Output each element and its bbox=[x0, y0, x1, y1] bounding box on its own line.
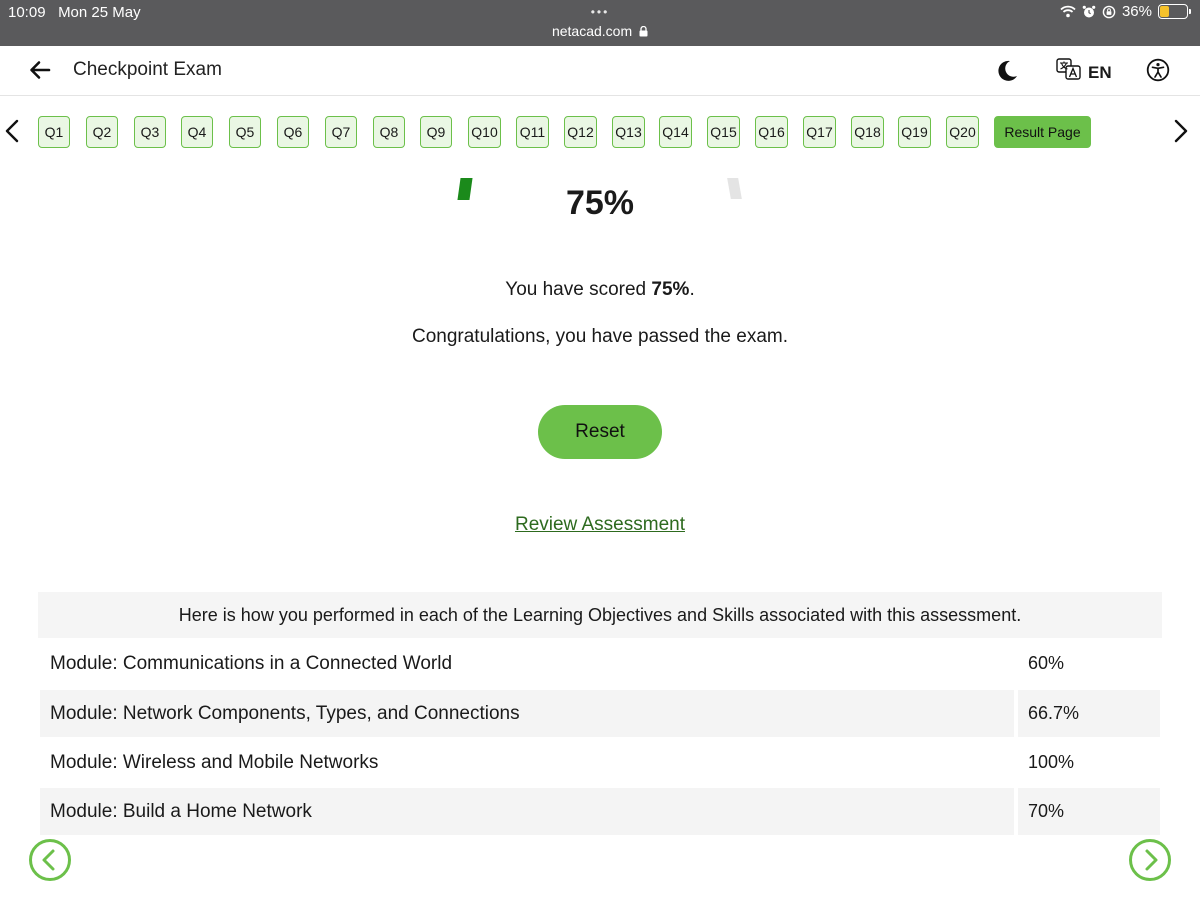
score-percentage: 75% bbox=[565, 184, 635, 222]
objective-percent: 66.7% bbox=[1018, 690, 1160, 737]
question-button-19[interactable]: Q19 bbox=[898, 116, 931, 148]
question-button-12[interactable]: Q12 bbox=[564, 116, 597, 148]
objective-percent: 60% bbox=[1028, 653, 1065, 673]
chevron-left-icon[interactable] bbox=[4, 118, 20, 149]
page-title: Checkpoint Exam bbox=[73, 59, 222, 80]
orientation-lock-icon bbox=[1102, 5, 1116, 19]
question-button-15[interactable]: Q15 bbox=[707, 116, 740, 148]
question-button-7[interactable]: Q7 bbox=[325, 116, 357, 148]
url-bar[interactable]: netacad.com bbox=[0, 23, 1200, 40]
accessibility-icon[interactable] bbox=[1146, 58, 1170, 87]
wifi-icon bbox=[1060, 5, 1076, 18]
question-button-17[interactable]: Q17 bbox=[803, 116, 836, 148]
battery-icon bbox=[1158, 4, 1191, 19]
objective-module-name: Module: Communications in a Connected Wo… bbox=[50, 652, 453, 674]
question-button-20[interactable]: Q20 bbox=[946, 116, 979, 148]
alarm-icon bbox=[1082, 5, 1096, 19]
pass-message: Congratulations, you have passed the exa… bbox=[411, 326, 788, 347]
question-navigation: Q1 Q2 Q3 Q4 Q5 Q6 Q7 Q8 Q9 Q10 Q11 Q12 Q13 Q14 Q15 Q16 Q… bbox=[0, 112, 1200, 152]
question-button-6[interactable]: Q6 bbox=[277, 116, 309, 148]
score-summary: You have scored 75%. bbox=[505, 279, 695, 300]
question-button-1[interactable]: Q1 bbox=[38, 116, 70, 148]
lock-icon bbox=[639, 24, 648, 40]
question-button-4[interactable]: Q4 bbox=[181, 116, 213, 148]
objective-row: Module: Wireless and Mobile Networks 100% bbox=[40, 739, 1160, 786]
result-page-button[interactable]: Result Page bbox=[994, 116, 1091, 148]
objective-row: Module: Communications in a Connected Wo… bbox=[40, 640, 1160, 687]
language-label: EN bbox=[1088, 62, 1112, 82]
objective-row: Module: Build a Home Network 70% bbox=[40, 788, 1160, 835]
question-button-5[interactable]: Q5 bbox=[229, 116, 261, 148]
question-button-2[interactable]: Q2 bbox=[86, 116, 118, 148]
objectives-heading: Here is how you performed in each of the… bbox=[38, 592, 1162, 638]
chevron-right-icon[interactable] bbox=[1173, 118, 1189, 149]
dark-mode-moon-icon[interactable] bbox=[996, 59, 1018, 88]
question-button-14[interactable]: Q14 bbox=[659, 116, 692, 148]
question-button-8[interactable]: Q8 bbox=[373, 116, 405, 148]
status-bar: 10:09 Mon 25 May ••• netacad.com 36% bbox=[0, 0, 1200, 46]
next-circle-icon[interactable] bbox=[1128, 838, 1172, 887]
url-text: netacad.com bbox=[551, 23, 633, 39]
status-indicators: 36% bbox=[1060, 3, 1191, 20]
review-assessment-link[interactable]: Review Assessment bbox=[515, 514, 685, 535]
question-button-3[interactable]: Q3 bbox=[134, 116, 166, 148]
language-selector[interactable]: EN bbox=[1056, 58, 1112, 87]
question-button-16[interactable]: Q16 bbox=[755, 116, 788, 148]
objective-percent: 70% bbox=[1018, 788, 1160, 835]
reset-button[interactable]: Reset bbox=[538, 405, 662, 459]
question-button-18[interactable]: Q18 bbox=[851, 116, 884, 148]
question-button-9[interactable]: Q9 bbox=[420, 116, 452, 148]
translate-icon bbox=[1056, 58, 1082, 87]
objective-row: Module: Network Components, Types, and C… bbox=[40, 690, 1160, 737]
objective-module-name: Module: Wireless and Mobile Networks bbox=[50, 751, 379, 773]
question-button-11[interactable]: Q11 bbox=[516, 116, 549, 148]
review-assessment-row: Review Assessment bbox=[0, 514, 1200, 536]
objective-module-name: Module: Network Components, Types, and C… bbox=[40, 690, 1014, 737]
question-button-13[interactable]: Q13 bbox=[612, 116, 645, 148]
objective-percent: 100% bbox=[1028, 752, 1075, 772]
question-button-10[interactable]: Q10 bbox=[468, 116, 501, 148]
app-header: Checkpoint Exam EN bbox=[0, 46, 1200, 96]
battery-percent: 36% bbox=[1121, 3, 1152, 20]
browser-menu-dots[interactable]: ••• bbox=[0, 5, 1200, 19]
back-arrow-icon[interactable] bbox=[28, 58, 52, 87]
previous-circle-icon[interactable] bbox=[28, 838, 72, 887]
objective-module-name: Module: Build a Home Network bbox=[40, 788, 1014, 835]
